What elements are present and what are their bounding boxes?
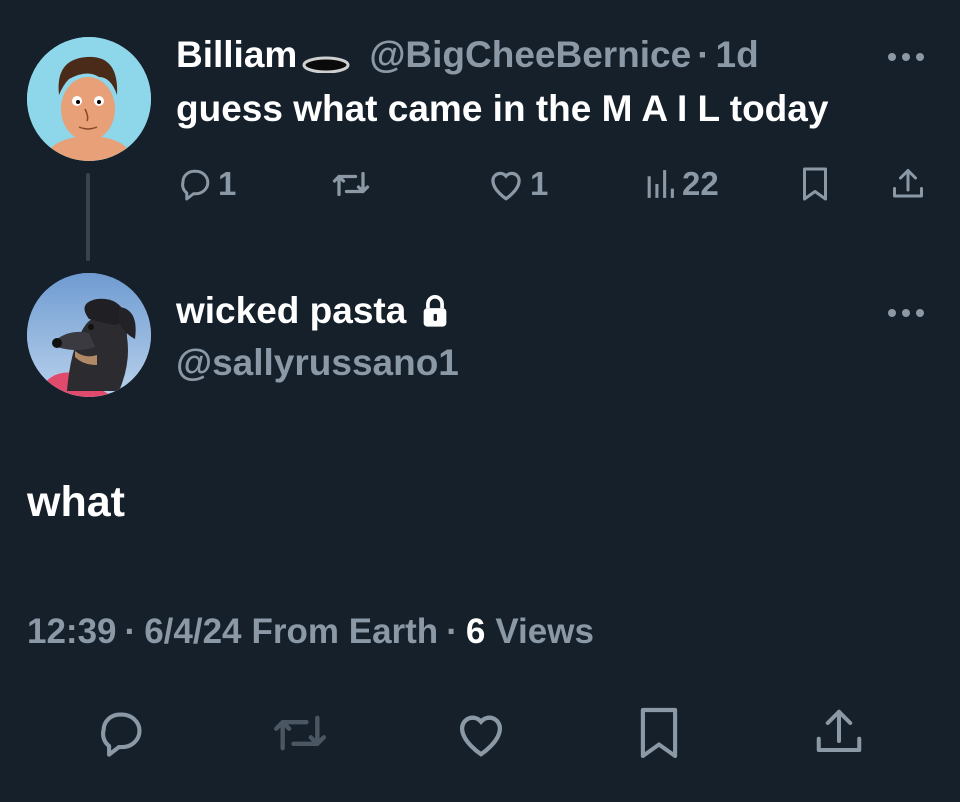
dog-avatar-image [27,273,151,397]
parent-display-name[interactable]: Billiam [176,34,297,76]
main-avatar[interactable] [27,273,151,397]
parent-retweet-button[interactable] [328,165,374,203]
thread-line [86,173,90,261]
main-more-icon[interactable] [884,300,928,326]
tweet-source: From Earth [251,612,439,651]
tweet-time[interactable]: 12:39 [27,612,117,652]
parent-like-button[interactable]: 1 [486,165,548,203]
header-separator: · [697,34,710,75]
tweet-date[interactable]: 6/4/24 [144,612,241,652]
main-handle[interactable]: @sallyrussano1 [176,342,459,384]
parent-views-button[interactable]: 22 [644,165,719,203]
main-bookmark-button[interactable] [636,705,682,761]
hole-emoji-icon [299,37,355,73]
meta-separator: · [124,612,137,651]
parent-reply-button[interactable]: 1 [176,165,236,203]
parent-more-icon[interactable] [884,44,928,70]
retweet-icon [274,715,327,751]
parent-share-button[interactable] [890,165,926,203]
parent-bookmark-button[interactable] [799,165,831,203]
tweet-meta: 12:39 · 6/4/24 From Earth · 6 Views [27,612,594,652]
main-retweet-button[interactable] [268,707,332,759]
meta-separator: · [446,612,458,651]
lock-icon [420,294,450,328]
parent-reply-count: 1 [218,165,237,202]
main-header: wicked pasta [176,288,450,334]
main-tweet-text: what [27,478,125,526]
share-icon [816,709,862,753]
main-display-name[interactable]: wicked pasta [176,290,406,332]
heart-icon [459,715,503,757]
heart-icon [491,171,521,201]
parent-views-count: 22 [682,165,719,202]
reply-icon [181,169,210,201]
reply-icon [101,712,142,757]
main-views-count[interactable]: 6 [466,612,485,652]
parent-time-ago[interactable]: 1d [716,34,759,76]
parent-like-count: 1 [530,165,549,202]
retweet-icon [332,171,370,197]
parent-handle[interactable]: @BigCheeBernice [369,34,691,76]
parent-header: Billiam @BigCheeBernice · 1d [176,32,759,78]
views-icon [647,170,674,198]
bookmark-icon [803,167,827,201]
parent-avatar[interactable] [27,37,151,161]
main-reply-button[interactable] [92,707,150,759]
main-views-label: Views [495,612,594,651]
bookmark-icon [640,707,678,759]
main-share-button[interactable] [812,705,866,759]
parent-tweet-text: guess what came in the M A I L today [176,88,829,129]
share-icon [893,169,923,198]
main-like-button[interactable] [452,707,510,759]
cartoon-man-avatar-image [27,37,151,161]
